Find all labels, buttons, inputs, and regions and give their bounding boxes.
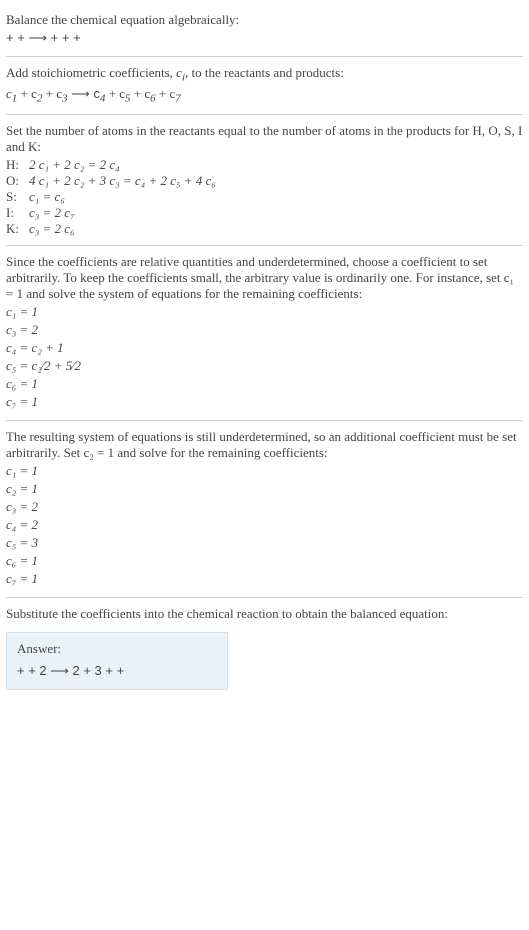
answer-title: Answer: (17, 641, 217, 657)
intro-section: Balance the chemical equation algebraica… (6, 4, 523, 56)
atoms-row-label: S: (6, 189, 29, 205)
under1-section: Since the coefficients are relative quan… (6, 246, 523, 420)
atoms-row-label: O: (6, 173, 29, 189)
atoms-table: H:2 c₁ + 2 c₂ = 2 c₄ O:4 c₁ + 2 c₂ + 3 c… (6, 157, 222, 237)
substitute-section: Substitute the coefficients into the che… (6, 598, 523, 698)
under2-eq: c₃ = 2 (6, 499, 523, 515)
atoms-row-eq: c₃ = 2 c₆ (29, 221, 222, 237)
atoms-section: Set the number of atoms in the reactants… (6, 115, 523, 245)
atoms-row-label: K: (6, 221, 29, 237)
atoms-row: H:2 c₁ + 2 c₂ = 2 c₄ (6, 157, 222, 173)
atoms-row: I:c₃ = 2 c₇ (6, 205, 222, 221)
stoich-equation: c1 + c2 + c3 ⟶ c4 + c5 + c6 + c7 (6, 86, 523, 105)
atoms-text: Set the number of atoms in the reactants… (6, 123, 523, 155)
se-arrow: ⟶ c (68, 86, 100, 101)
page: Balance the chemical equation algebraica… (0, 0, 529, 708)
under1-eq: c₆ = 1 (6, 376, 523, 392)
under2-eq: c₂ = 1 (6, 481, 523, 497)
under1-text: Since the coefficients are relative quan… (6, 254, 523, 302)
under1-eq: c₅ = c₂⁄2 + 5⁄2 (6, 358, 523, 374)
atoms-row-eq: c₁ = c₆ (29, 189, 222, 205)
stoich-text-a: Add stoichiometric coefficients, (6, 65, 176, 80)
atoms-row-eq: 2 c₁ + 2 c₂ = 2 c₄ (29, 157, 222, 173)
atoms-row-eq: 4 c₁ + 2 c₂ + 3 c₃ = c₄ + 2 c₅ + 4 c₆ (29, 173, 222, 189)
atoms-row: K:c₃ = 2 c₆ (6, 221, 222, 237)
stoich-section: Add stoichiometric coefficients, ci, to … (6, 57, 523, 114)
se-p1: + c (17, 86, 37, 101)
intro-line-1: Balance the chemical equation algebraica… (6, 12, 523, 28)
under1-eq: c₇ = 1 (6, 394, 523, 410)
under1-eq: c₄ = c₂ + 1 (6, 340, 523, 356)
stoich-text-b: , to the reactants and products: (185, 65, 344, 80)
atoms-row-eq: c₃ = 2 c₇ (29, 205, 222, 221)
stoich-text: Add stoichiometric coefficients, ci, to … (6, 65, 523, 84)
under2-eq: c₇ = 1 (6, 571, 523, 587)
se-p5: + c (130, 86, 150, 101)
atoms-row-label: I: (6, 205, 29, 221)
answer-box: Answer: + + 2 ⟶ 2 + 3 + + (6, 632, 228, 690)
se-p6: + c (156, 86, 176, 101)
atoms-row: S:c₁ = c₆ (6, 189, 222, 205)
under1-eq: c₃ = 2 (6, 322, 523, 338)
se-p4: + c (105, 86, 125, 101)
atoms-row-label: H: (6, 157, 29, 173)
se-c7s: 7 (175, 92, 181, 104)
under2-eq: c₅ = 3 (6, 535, 523, 551)
under2-eq: c₁ = 1 (6, 463, 523, 479)
se-p2: + c (42, 86, 62, 101)
atoms-row: O:4 c₁ + 2 c₂ + 3 c₃ = c₄ + 2 c₅ + 4 c₆ (6, 173, 222, 189)
under2-section: The resulting system of equations is sti… (6, 421, 523, 597)
answer-equation-text: + + 2 ⟶ 2 + 3 + + (17, 663, 124, 678)
under2-text: The resulting system of equations is sti… (6, 429, 523, 461)
answer-equation: + + 2 ⟶ 2 + 3 + + (17, 663, 217, 679)
intro-reaction: + + ⟶ + + + (6, 30, 523, 46)
under2-eq: c₄ = 2 (6, 517, 523, 533)
under2-eq: c₆ = 1 (6, 553, 523, 569)
substitute-text: Substitute the coefficients into the che… (6, 606, 523, 622)
intro-reaction-text: + + ⟶ + + + (6, 30, 81, 45)
under1-eq: c₁ = 1 (6, 304, 523, 320)
